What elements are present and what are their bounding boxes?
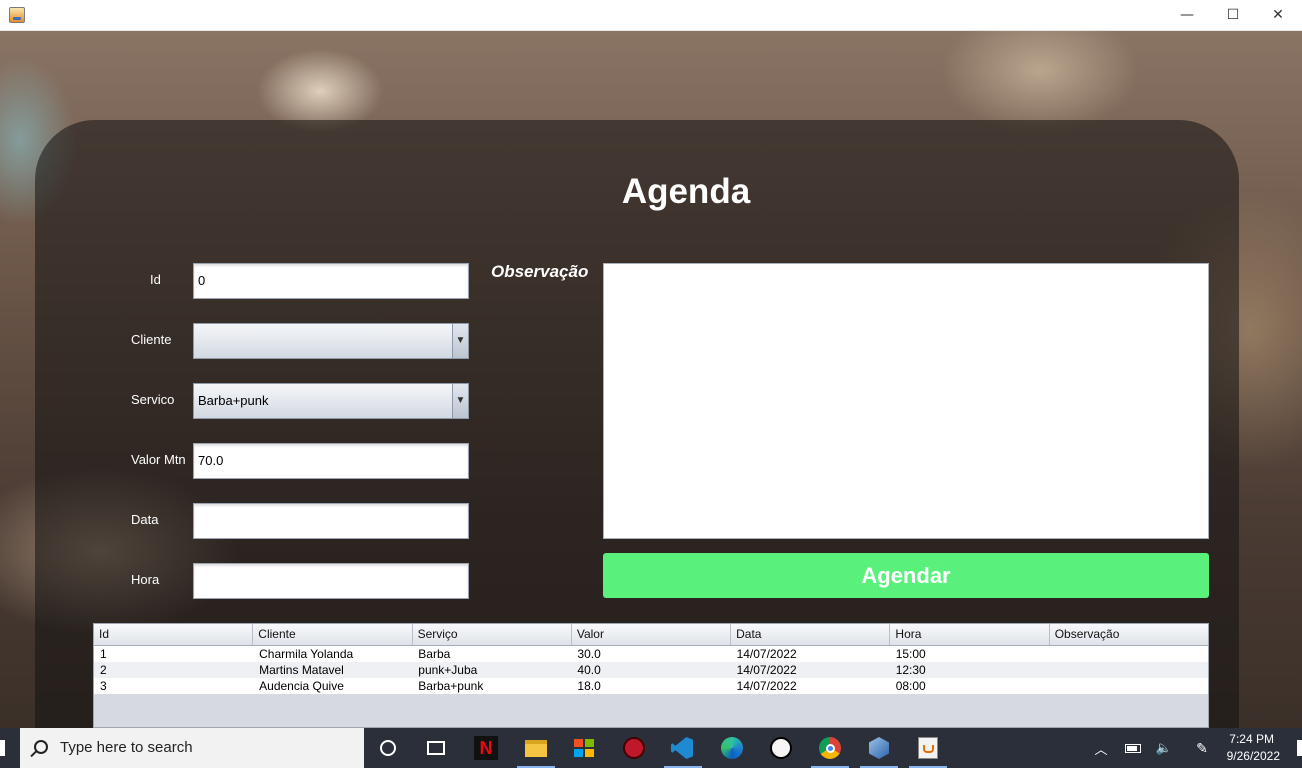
table-cell: Charmila Yolanda: [259, 647, 354, 661]
minimize-button[interactable]: —: [1164, 0, 1210, 31]
start-button[interactable]: [0, 740, 5, 756]
valor-label: Valor Mtn: [131, 452, 186, 467]
observacao-textarea[interactable]: [603, 263, 1209, 539]
cliente-select[interactable]: ▼: [193, 323, 469, 359]
table-cell: Martins Matavel: [259, 663, 344, 677]
taskbar-search-box[interactable]: Type here to search: [20, 728, 364, 768]
column-header-observacao[interactable]: Observação: [1050, 624, 1208, 645]
cortana-icon[interactable]: [374, 734, 402, 762]
table-row[interactable]: 2 Martins Matavel punk+Juba 40.0 14/07/2…: [94, 662, 1208, 678]
battery-icon[interactable]: [1119, 734, 1147, 762]
table-cell: [1049, 662, 1208, 678]
servico-selected-value: Barba+punk: [198, 393, 269, 408]
hora-label: Hora: [131, 572, 160, 587]
java-app-icon: [9, 7, 25, 23]
edge-icon[interactable]: [718, 734, 746, 762]
netflix-icon[interactable]: N: [472, 734, 500, 762]
table-cell: 40.0: [577, 663, 601, 677]
hora-field[interactable]: [193, 563, 469, 599]
table-cell: Barba+punk: [418, 679, 484, 693]
file-explorer-icon[interactable]: [522, 734, 550, 762]
table-cell: 08:00: [895, 679, 926, 693]
java-app-icon[interactable]: [914, 734, 942, 762]
table-cell: Barba: [418, 647, 451, 661]
table-cell: 14/07/2022: [736, 663, 797, 677]
table-cell: 14/07/2022: [736, 679, 797, 693]
page-title: Agenda: [621, 172, 751, 211]
column-header-valor[interactable]: Valor: [572, 624, 732, 645]
valor-field[interactable]: 70.0: [193, 443, 469, 479]
table-header: Id Cliente Serviço Valor Data Hora Obser…: [94, 624, 1208, 646]
search-placeholder: Type here to search: [60, 739, 193, 756]
show-desktop-button[interactable]: [1297, 740, 1302, 756]
column-header-data[interactable]: Data: [731, 624, 891, 645]
chrome-icon[interactable]: [816, 734, 844, 762]
table-cell: 14/07/2022: [736, 647, 797, 661]
cliente-label: Cliente: [131, 332, 172, 347]
maximize-button[interactable]: ☐: [1210, 0, 1256, 31]
table-cell: 15:00: [895, 647, 926, 661]
game-app-icon[interactable]: [620, 734, 648, 762]
table-cell: 2: [100, 663, 107, 677]
data-field[interactable]: [193, 503, 469, 539]
column-header-servico[interactable]: Serviço: [413, 624, 572, 645]
servico-select[interactable]: Barba+punk ▼: [193, 383, 469, 419]
virtualbox-icon[interactable]: [865, 734, 893, 762]
id-field[interactable]: 0: [193, 263, 469, 299]
chevron-down-icon[interactable]: ▼: [452, 384, 468, 418]
table-row[interactable]: 1 Charmila Yolanda Barba 30.0 14/07/2022…: [94, 646, 1208, 662]
column-header-id[interactable]: Id: [94, 624, 254, 645]
pen-icon[interactable]: ✎: [1188, 734, 1216, 762]
task-view-icon[interactable]: [422, 734, 450, 762]
table-cell: [1049, 646, 1208, 662]
table-cell: [1049, 678, 1208, 694]
speaker-icon[interactable]: 🔈: [1150, 734, 1178, 762]
inkscape-icon[interactable]: [767, 734, 795, 762]
clock-time[interactable]: 7:24 PM: [1214, 732, 1274, 746]
observacao-label: Observação: [491, 262, 589, 281]
table-cell: punk+Juba: [418, 663, 478, 677]
clock-date[interactable]: 9/26/2022: [1214, 749, 1280, 763]
agendar-button[interactable]: Agendar: [603, 553, 1209, 598]
table-cell: 18.0: [577, 679, 601, 693]
windows-taskbar: Type here to search N ︿ 🔈 ✎ 7:24 PM 9/26…: [0, 728, 1302, 768]
column-header-hora[interactable]: Hora: [890, 624, 1050, 645]
search-icon: [34, 740, 48, 754]
vscode-icon[interactable]: [668, 734, 696, 762]
data-label: Data: [131, 512, 159, 527]
table-cell: Audencia Quive: [259, 679, 344, 693]
chevron-up-icon[interactable]: ︿: [1087, 734, 1115, 762]
column-header-cliente[interactable]: Cliente: [253, 624, 413, 645]
table-cell: 30.0: [577, 647, 601, 661]
table-row[interactable]: 3 Audencia Quive Barba+punk 18.0 14/07/2…: [94, 678, 1208, 694]
microsoft-store-icon[interactable]: [570, 734, 598, 762]
close-button[interactable]: ✕: [1255, 0, 1301, 31]
id-label: Id: [150, 272, 161, 287]
agenda-table[interactable]: Id Cliente Serviço Valor Data Hora Obser…: [93, 623, 1209, 728]
table-cell: 1: [100, 647, 107, 661]
chevron-down-icon[interactable]: ▼: [452, 324, 468, 358]
servico-label: Servico: [131, 392, 175, 407]
table-cell: 12:30: [895, 663, 926, 677]
table-cell: 3: [100, 679, 107, 693]
window-title-bar: — ☐ ✕: [0, 0, 1302, 31]
